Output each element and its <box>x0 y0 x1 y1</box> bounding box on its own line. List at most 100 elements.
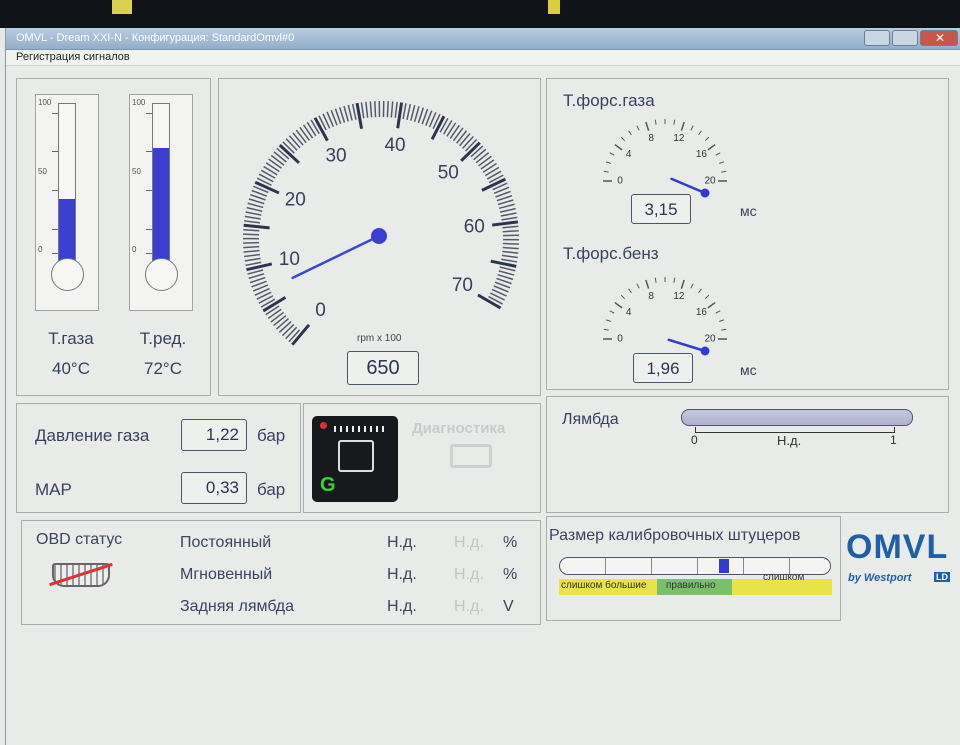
tachometer-tick <box>248 273 265 280</box>
window-title: OMVL - Dream XXI-N - Конфигурация: Stand… <box>16 32 295 44</box>
tachometer-tick-label: 30 <box>325 145 346 166</box>
tachometer-tick <box>449 124 460 139</box>
logo-brand: OMVL <box>846 528 949 566</box>
obd-row-value: Н.д. <box>387 534 417 551</box>
engine-icon <box>450 444 492 468</box>
tachometer-tick <box>498 203 515 210</box>
tachometer-tick <box>500 212 517 217</box>
tachometer-tick <box>244 220 261 224</box>
diagnostics-panel: G Диагностика <box>303 403 541 513</box>
thermometer-tube <box>58 103 76 263</box>
tachometer-tick <box>406 104 412 120</box>
obd-row-secondary: Н.д. <box>454 566 484 583</box>
obd-row-secondary: Н.д. <box>454 534 484 551</box>
injection-tick-label: 8 <box>648 291 654 302</box>
injection-panel: Т.форс.газа 0 4 8 12 16 20 3,15 мс Т.форс.бен… <box>546 78 949 390</box>
close-button[interactable]: ✕ <box>920 30 958 46</box>
tachometer-tick <box>248 198 265 205</box>
scale-min: 0 <box>38 245 43 254</box>
gas-pressure-unit: бар <box>257 426 286 445</box>
too-big-label: слишком большие <box>561 580 647 591</box>
thermometer-reducer: 100 50 0 <box>129 94 193 311</box>
tachometer-tick-label: 40 <box>384 135 405 156</box>
tachometer-tick <box>499 266 516 272</box>
tachometer-tick <box>302 124 314 139</box>
tachometer-tick-label: 60 <box>464 216 485 237</box>
tachometer-tick <box>452 127 464 142</box>
tachometer-tick <box>273 314 287 327</box>
injection-tick <box>614 143 623 151</box>
reducer-temp-value: 72°C <box>144 359 182 378</box>
injection-tick <box>603 170 609 173</box>
tachometer-tick <box>446 122 457 137</box>
ecu-led <box>320 422 327 429</box>
omvl-logo: OMVL by Westport LD <box>844 528 956 598</box>
tachometer-tick <box>244 215 261 220</box>
scale-tick <box>146 151 152 152</box>
thermometer-gas: 100 50 0 <box>35 94 99 311</box>
gas-injection-value: 3,15 <box>631 194 691 224</box>
petrol-injection-needle <box>667 338 707 353</box>
desktop-shortcut-icon[interactable] <box>548 0 560 14</box>
injection-tick <box>609 152 615 156</box>
tachometer-tick <box>501 216 518 221</box>
obd-panel: OBD статус Постоянный Н.д. Н.д. % Мгнове… <box>21 520 541 625</box>
ecu-letter: G <box>320 474 336 496</box>
ecu-icon[interactable]: G <box>312 416 398 502</box>
tachometer-tick <box>502 246 519 250</box>
tachometer-tick <box>360 102 365 119</box>
tachometer-tick <box>243 249 260 253</box>
injection-tick <box>603 328 609 331</box>
calibration-title: Размер калибровочных штуцеров <box>549 527 801 544</box>
ecu-pins <box>334 426 384 432</box>
tachometer-tick <box>243 245 260 249</box>
injection-tick <box>719 319 725 322</box>
logo-sub: by Westport <box>848 572 912 584</box>
minimize-button[interactable] <box>864 30 890 46</box>
lambda-max: 1 <box>890 433 897 447</box>
injection-tick <box>673 277 676 283</box>
tachometer-tick-label: 70 <box>452 275 473 296</box>
obd-row-label: Постоянный <box>180 534 272 551</box>
pressure-panel: Давление газа 1,22 бар МАР 0,33 бар <box>16 403 301 513</box>
scale-max: 100 <box>132 98 146 107</box>
tachometer-tick-label: 50 <box>438 162 459 183</box>
injection-tick <box>620 136 626 142</box>
scale-tick <box>146 253 152 254</box>
injection-tick-label: 4 <box>626 307 632 318</box>
tachometer-tick <box>374 101 377 118</box>
petrol-injection-gauge: 0 4 8 12 16 20 <box>603 277 727 356</box>
temperature-panel: 100 50 0 100 50 0 Т.газа 40°C Т.ред. 72°… <box>16 78 211 396</box>
lambda-min: 0 <box>691 433 698 447</box>
app-window: OMVL - Dream XXI-N - Конфигурация: Stand… <box>5 28 960 745</box>
scale-tick <box>52 253 58 254</box>
petrol-injection-value: 1,96 <box>633 353 693 383</box>
diagnostics-label[interactable]: Диагностика <box>412 420 505 437</box>
injection-tick <box>721 328 727 331</box>
tachometer-tick <box>502 250 519 254</box>
tachometer-tick <box>369 101 373 118</box>
injection-tick-label: 0 <box>617 176 623 187</box>
injection-tick <box>704 294 710 300</box>
tachometer-tick <box>347 104 353 121</box>
injection-tick <box>690 125 694 131</box>
injection-tick <box>645 279 650 289</box>
menu-bar: Регистрация сигналов <box>6 50 960 66</box>
injection-tick <box>636 125 640 131</box>
injection-tick-label: 0 <box>617 334 623 345</box>
tachometer-tick <box>482 162 497 173</box>
tachometer-tick <box>244 257 261 262</box>
menu-signal-recording[interactable]: Регистрация сигналов <box>16 51 130 63</box>
injection-tick <box>707 301 716 309</box>
tachometer-tick <box>244 253 261 258</box>
tachometer-tick <box>456 130 468 144</box>
desktop-shortcut-icon[interactable] <box>112 0 132 14</box>
tachometer-tick <box>299 126 310 141</box>
rpm-value: 650 <box>347 351 419 385</box>
petrol-injection-title: Т.форс.бенз <box>563 244 659 263</box>
injection-tick <box>715 152 721 156</box>
injection-tick <box>680 121 685 131</box>
maximize-button[interactable] <box>892 30 918 46</box>
tachometer-tick <box>497 273 514 281</box>
obd-row-value: Н.д. <box>387 598 417 615</box>
